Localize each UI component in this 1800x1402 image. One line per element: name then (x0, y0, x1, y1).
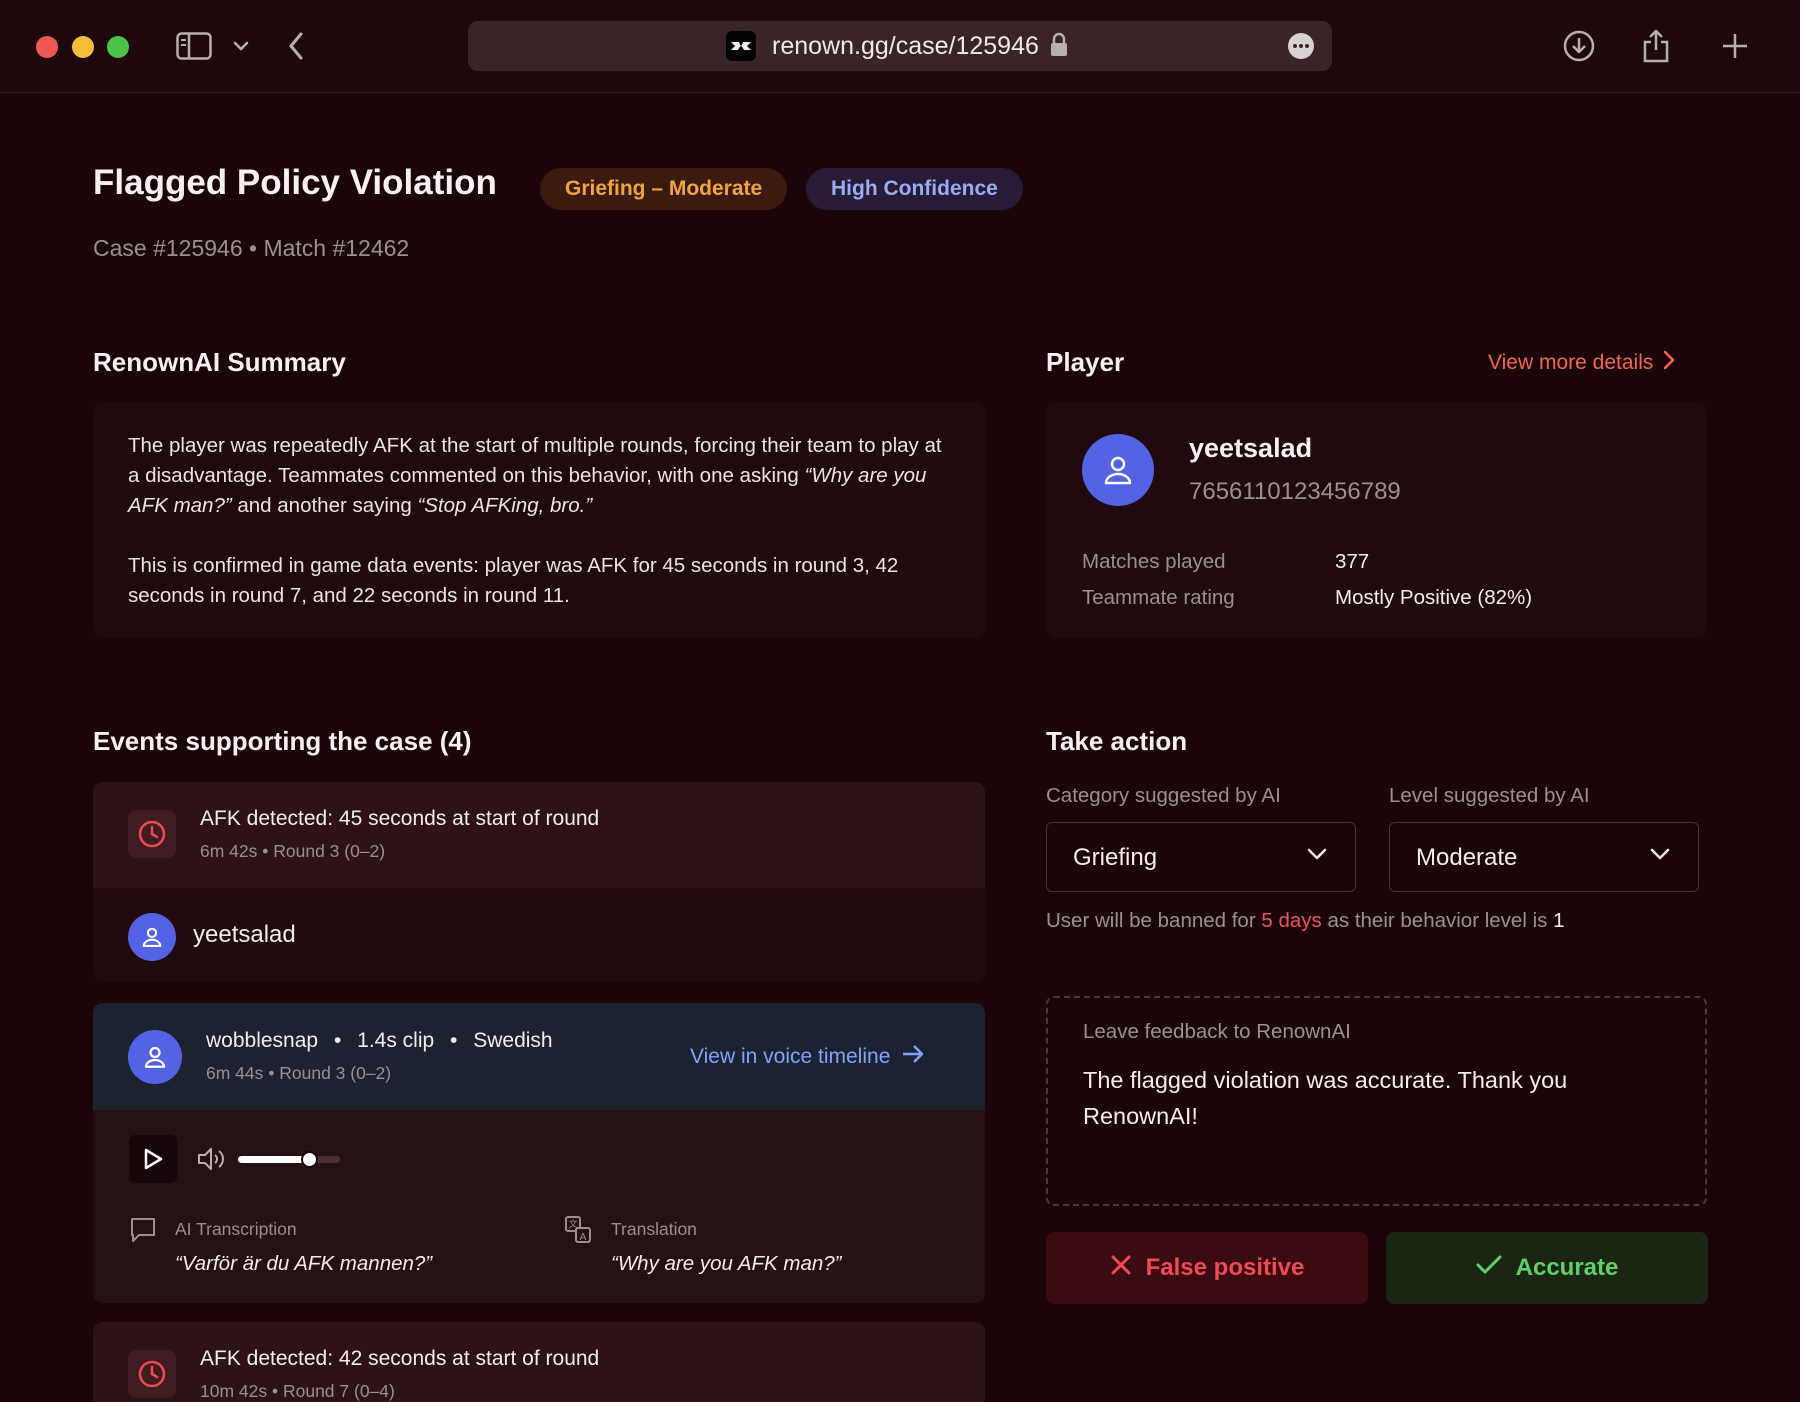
chevron-right-icon (1663, 350, 1675, 376)
check-icon (1476, 1254, 1502, 1282)
transcription-text: “Varför är du AFK mannen?” (175, 1252, 433, 1275)
feedback-textarea[interactable]: Leave feedback to RenownAI The flagged v… (1046, 996, 1707, 1206)
play-button[interactable] (129, 1135, 177, 1183)
level-select-value: Moderate (1416, 844, 1518, 871)
accurate-label: Accurate (1515, 1254, 1619, 1281)
player-name: yeetsalad (1189, 433, 1313, 463)
ban-notice-text: as their behavior level is (1321, 909, 1554, 932)
chevron-down-icon[interactable] (230, 26, 252, 66)
svg-text:A: A (580, 1232, 587, 1243)
voice-clip-length: 1.4s clip (357, 1029, 435, 1052)
separator-dot: • (450, 1029, 458, 1052)
ban-duration: 5 days (1261, 909, 1322, 932)
avatar (128, 1030, 182, 1084)
view-voice-timeline-label: View in voice timeline (690, 1045, 891, 1068)
category-badge: Griefing – Moderate (540, 168, 788, 210)
clock-icon (128, 810, 176, 858)
summary-title: RenownAI Summary (93, 347, 346, 377)
volume-slider-fill (238, 1156, 310, 1163)
back-icon[interactable] (284, 26, 308, 66)
avatar (1082, 434, 1154, 506)
behavior-level: 1 (1553, 909, 1565, 932)
voice-meta: 6m 44s • Round 3 (0–2) (206, 1063, 392, 1083)
minimize-window-button[interactable] (72, 36, 94, 58)
play-icon (144, 1148, 163, 1170)
player-title: Player (1046, 347, 1125, 377)
summary-paragraph-2: This is confirmed in game data events: p… (128, 554, 899, 607)
stat-label-rating: Teammate rating (1082, 586, 1235, 609)
download-icon[interactable] (1562, 26, 1596, 66)
false-positive-button[interactable]: False positive (1046, 1232, 1368, 1304)
category-select[interactable]: Griefing (1046, 822, 1356, 892)
sidebar-icon[interactable] (174, 26, 214, 66)
user-icon (142, 927, 162, 947)
summary-paragraph-1: The player was repeatedly AFK at the sta… (128, 431, 948, 521)
category-field-label: Category suggested by AI (1046, 784, 1281, 807)
event-title: AFK detected: 45 seconds at start of rou… (200, 807, 600, 830)
take-action-title: Take action (1046, 726, 1188, 756)
user-icon (1104, 456, 1132, 485)
voice-speaker: wobblesnap (206, 1029, 319, 1052)
accurate-button[interactable]: Accurate (1386, 1232, 1708, 1304)
close-icon (1110, 1254, 1132, 1283)
event-meta: 10m 42s • Round 7 (0–4) (200, 1381, 395, 1401)
stat-label-matches: Matches played (1082, 550, 1226, 573)
level-field-label: Level suggested by AI (1389, 784, 1590, 807)
chevron-down-icon (1650, 847, 1670, 866)
translate-icon: A文 (564, 1215, 592, 1250)
zoom-window-button[interactable] (107, 36, 129, 58)
lock-icon (1050, 32, 1068, 63)
case-subtitle: Case #125946 • Match #12462 (93, 235, 410, 261)
page-title: Flagged Policy Violation (93, 163, 497, 202)
share-icon[interactable] (1641, 26, 1671, 66)
view-more-label: View more details (1488, 351, 1654, 374)
transcription-label: AI Transcription (175, 1219, 297, 1239)
arrow-right-icon (902, 1044, 924, 1070)
close-window-button[interactable] (36, 36, 58, 58)
address-bar[interactable]: renown.gg/case/125946 (468, 21, 1332, 71)
chevron-down-icon (1307, 847, 1327, 866)
avatar (128, 913, 176, 961)
svg-text:文: 文 (568, 1218, 577, 1229)
browser-toolbar: renown.gg/case/125946 (0, 0, 1800, 93)
url-text: renown.gg/case/125946 (772, 32, 1039, 60)
confidence-badge: High Confidence (806, 168, 1023, 210)
view-more-details-link[interactable]: View more details (1488, 350, 1675, 376)
summary-text: and another saying (231, 494, 418, 517)
category-select-value: Griefing (1073, 844, 1158, 871)
chat-bubble-icon (129, 1216, 157, 1249)
level-select[interactable]: Moderate (1389, 822, 1699, 892)
stat-value-rating: Mostly Positive (82%) (1335, 586, 1533, 609)
event-title: AFK detected: 42 seconds at start of rou… (200, 1347, 600, 1370)
voice-clip-info: wobblesnap • 1.4s clip • Swedish (206, 1029, 553, 1053)
separator-dot: • (333, 1029, 342, 1052)
translation-label: Translation (611, 1219, 697, 1239)
site-favicon-icon (726, 31, 756, 61)
voice-language: Swedish (473, 1029, 553, 1052)
event-player-name: yeetsalad (193, 921, 296, 948)
ban-notice-text: User will be banned for (1046, 909, 1262, 932)
event-card-header[interactable] (93, 782, 985, 888)
stat-value-matches: 377 (1335, 550, 1370, 573)
event-meta: 6m 42s • Round 3 (0–2) (200, 841, 386, 861)
events-title: Events supporting the case (4) (93, 726, 472, 756)
ban-notice: User will be banned for 5 days as their … (1046, 909, 1565, 933)
volume-slider[interactable] (238, 1151, 340, 1168)
view-voice-timeline-link[interactable]: View in voice timeline (690, 1044, 924, 1070)
player-id: 7656110123456789 (1189, 478, 1401, 505)
feedback-text: The flagged violation was accurate. Than… (1083, 1067, 1568, 1129)
more-icon[interactable] (1288, 33, 1314, 59)
user-icon (144, 1046, 166, 1068)
new-tab-icon[interactable] (1720, 26, 1750, 66)
summary-quote: “Stop AFKing, bro.” (417, 494, 593, 517)
volume-icon[interactable] (197, 1146, 227, 1177)
clock-icon (128, 1350, 176, 1398)
false-positive-label: False positive (1145, 1254, 1305, 1281)
feedback-label: Leave feedback to RenownAI (1083, 1020, 1351, 1043)
translation-text: “Why are you AFK man?” (611, 1252, 842, 1275)
